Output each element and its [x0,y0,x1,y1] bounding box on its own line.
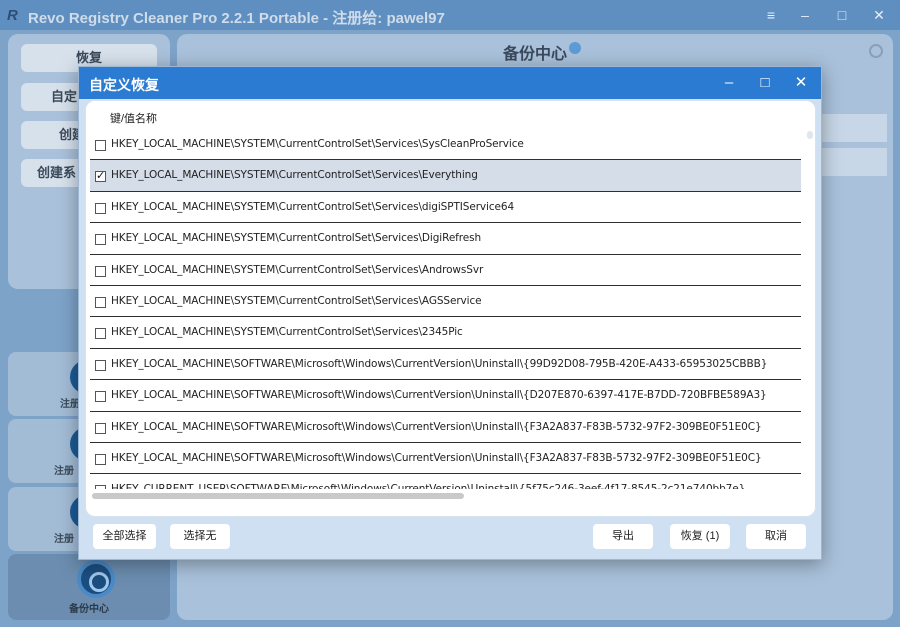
minimize-button[interactable]: – [792,4,818,26]
registry-row[interactable]: HKEY_LOCAL_MACHINE\SOFTWARE\Microsoft\Wi… [90,349,801,381]
registry-row[interactable]: HKEY_LOCAL_MACHINE\SYSTEM\CurrentControl… [90,223,801,255]
registry-key-path: HKEY_LOCAL_MACHINE\SYSTEM\CurrentControl… [111,232,482,245]
registry-key-path: HKEY_LOCAL_MACHINE\SYSTEM\CurrentControl… [111,200,515,213]
row-checkbox[interactable] [95,453,106,465]
list-header: 键/值名称 [86,101,815,129]
cancel-button[interactable]: 取消 [746,524,806,549]
row-checkbox[interactable] [95,169,106,183]
row-checkbox[interactable] [95,391,106,403]
dialog-minimize-button[interactable]: – [711,67,747,99]
registry-row[interactable]: HKEY_LOCAL_MACHINE\SYSTEM\CurrentControl… [90,160,801,192]
select-none-button[interactable]: 选择无 [170,524,230,549]
horizontal-scrollbar[interactable] [92,493,802,499]
dialog-titlebar[interactable]: 自定义恢复 – □ ✕ [79,67,821,99]
registry-list: 键/值名称 HKEY_LOCAL_MACHINE\SYSTEM\CurrentC… [85,100,816,517]
registry-key-path: HKEY_LOCAL_MACHINE\SOFTWARE\Microsoft\Wi… [111,451,762,464]
horizontal-scrollbar-thumb[interactable] [92,493,464,499]
dialog-maximize-button[interactable]: □ [747,67,783,99]
row-checkbox[interactable] [95,485,106,489]
registry-row[interactable]: HKEY_LOCAL_MACHINE\SOFTWARE\Microsoft\Wi… [90,412,801,443]
registry-key-path: HKEY_LOCAL_MACHINE\SOFTWARE\Microsoft\Wi… [111,389,767,402]
main-window-title: Revo Registry Cleaner Pro 2.2.1 Portable… [28,10,445,27]
info-icon[interactable] [569,42,581,54]
row-checkbox[interactable] [95,296,106,308]
row-checkbox[interactable] [95,234,106,246]
restore-button[interactable]: 恢复 (1) [670,524,730,549]
select-all-button[interactable]: 全部选择 [93,524,156,549]
backup-center-icon [77,560,115,598]
registry-key-path: HKEY_LOCAL_MACHINE\SYSTEM\CurrentControl… [111,263,484,276]
row-checkbox[interactable] [95,328,106,340]
registry-row[interactable]: HKEY_LOCAL_MACHINE\SYSTEM\CurrentControl… [90,192,801,224]
row-checkbox[interactable] [95,359,106,371]
row-checkbox[interactable] [95,202,106,214]
registry-key-path: HKEY_LOCAL_MACHINE\SYSTEM\CurrentControl… [111,138,524,150]
app-logo-icon: R [7,7,18,24]
registry-key-path: HKEY_LOCAL_MACHINE\SYSTEM\CurrentControl… [111,169,478,182]
column-header-key-name[interactable]: 键/值名称 [110,110,157,126]
backup-center-tool[interactable]: 备份中心 [8,554,170,620]
registry-row[interactable]: HKEY_LOCAL_MACHINE\SYSTEM\CurrentControl… [90,255,801,286]
custom-restore-dialog: 自定义恢复 – □ ✕ 键/值名称 HKEY_LOCAL_MACHINE\SYS… [78,66,822,560]
content-title: 备份中心 [502,46,567,63]
main-titlebar: R Revo Registry Cleaner Pro 2.2.1 Portab… [0,0,900,30]
close-button[interactable]: ✕ [866,4,892,26]
backup-center-label: 备份中心 [69,604,109,615]
row-checkbox[interactable] [95,422,106,434]
registry-row[interactable]: HKEY_LOCAL_MACHINE\SOFTWARE\Microsoft\Wi… [90,380,801,412]
registry-row[interactable]: HKEY_LOCAL_MACHINE\SOFTWARE\Microsoft\Wi… [90,443,801,475]
registry-row[interactable]: HKEY_LOCAL_MACHINE\SYSTEM\CurrentControl… [90,286,801,318]
registry-key-path: HKEY_CURRENT_USER\SOFTWARE\Microsoft\Win… [111,483,745,489]
vertical-scrollbar[interactable] [807,131,813,139]
registry-key-path: HKEY_LOCAL_MACHINE\SOFTWARE\Microsoft\Wi… [111,420,762,433]
refresh-icon[interactable] [869,44,883,58]
registry-row[interactable]: HKEY_LOCAL_MACHINE\SYSTEM\CurrentControl… [90,317,801,349]
registry-row[interactable]: HKEY_LOCAL_MACHINE\SYSTEM\CurrentControl… [90,129,801,161]
row-checkbox[interactable] [95,140,106,151]
dialog-close-button[interactable]: ✕ [783,67,819,99]
dialog-title: 自定义恢复 [89,77,159,93]
registry-key-path: HKEY_LOCAL_MACHINE\SYSTEM\CurrentControl… [111,326,463,339]
export-button[interactable]: 导出 [593,524,653,549]
registry-key-path: HKEY_LOCAL_MACHINE\SYSTEM\CurrentControl… [111,294,482,307]
registry-row[interactable]: HKEY_CURRENT_USER\SOFTWARE\Microsoft\Win… [90,474,801,489]
maximize-button[interactable]: □ [829,4,855,26]
row-checkbox[interactable] [95,265,106,277]
registry-key-path: HKEY_LOCAL_MACHINE\SOFTWARE\Microsoft\Wi… [111,357,768,370]
registry-rows: HKEY_LOCAL_MACHINE\SYSTEM\CurrentControl… [90,129,801,489]
menu-button[interactable]: ≡ [758,4,784,26]
